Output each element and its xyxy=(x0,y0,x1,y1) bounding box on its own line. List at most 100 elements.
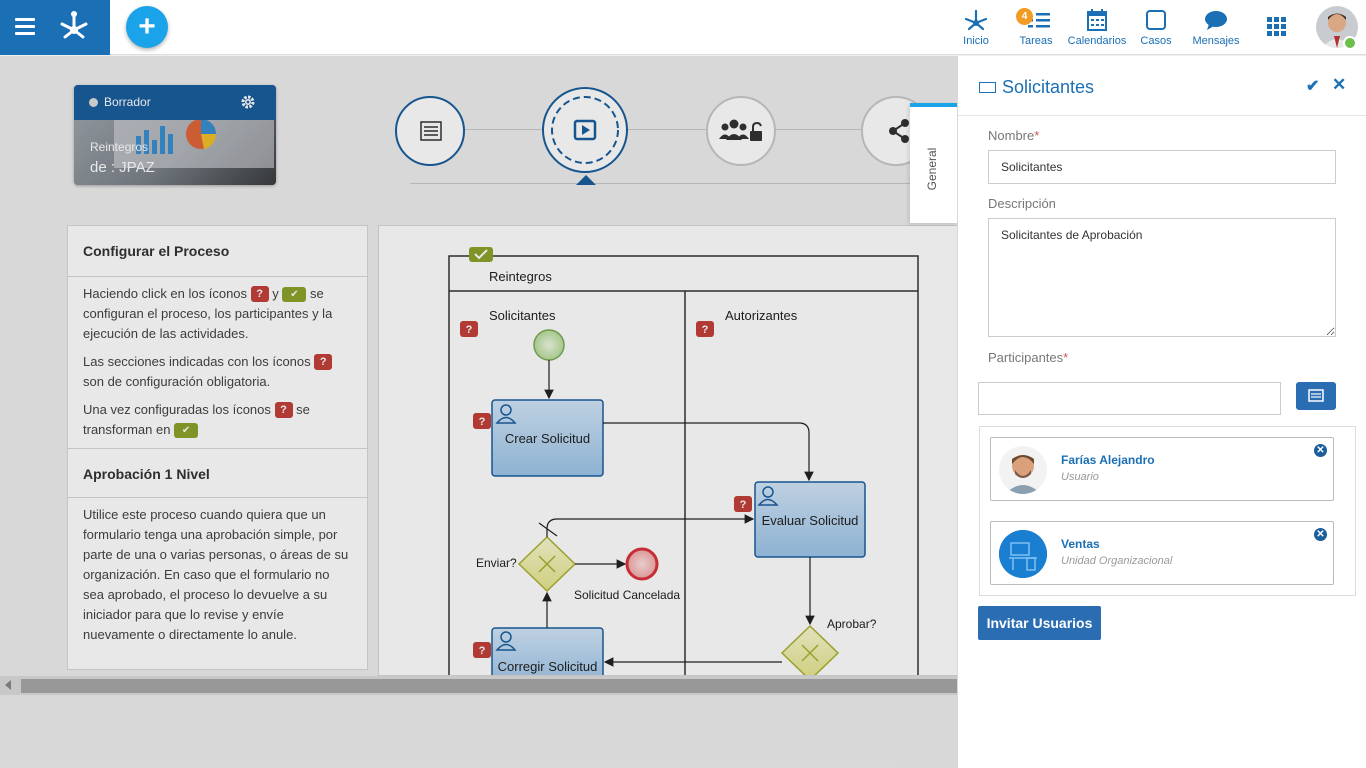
required-question-icon: ? xyxy=(250,286,269,302)
task-label: Corregir Solicitud xyxy=(497,659,598,674)
nav-inicio[interactable]: Inicio xyxy=(960,6,992,47)
close-icon[interactable]: ✕ xyxy=(1332,75,1346,95)
lane-label-autorizantes[interactable]: Autorizantes xyxy=(725,308,797,323)
gateway-aprobar[interactable] xyxy=(780,624,840,676)
process-card[interactable]: Borrador Reintegros de : JPAZ xyxy=(74,85,276,185)
side-panel-title: Solicitantes xyxy=(1002,77,1095,97)
pool-label: Reintegros xyxy=(489,269,552,284)
lane-label-solicitantes[interactable]: Solicitantes xyxy=(489,308,555,323)
status-label: Borrador xyxy=(104,95,151,109)
users-unlock-icon xyxy=(719,119,762,141)
card-title-line2: de : JPAZ xyxy=(90,159,155,176)
svg-text:?: ? xyxy=(479,645,486,657)
list-icon xyxy=(1308,389,1324,402)
nombre-field[interactable] xyxy=(988,150,1336,184)
nav-label: Tareas xyxy=(1019,35,1053,47)
text: Las secciones indicadas con los íconos xyxy=(83,354,311,369)
online-status-dot xyxy=(1343,36,1357,50)
participant-avatar xyxy=(999,446,1047,494)
descripcion-label: Descripción xyxy=(988,196,1056,211)
form-list-icon xyxy=(420,121,442,141)
tasks-count-badge: 4 xyxy=(1016,8,1033,25)
apps-grid-icon[interactable] xyxy=(1267,17,1286,36)
nav-calendarios[interactable]: Calendarios xyxy=(1067,6,1127,47)
nav-casos[interactable]: Casos xyxy=(1139,6,1173,47)
scroll-thumb[interactable] xyxy=(21,679,957,693)
gateway-label: Aprobar? xyxy=(827,617,877,631)
step-process[interactable] xyxy=(542,87,628,173)
horizontal-scrollbar[interactable] xyxy=(0,676,957,695)
configured-check-icon[interactable] xyxy=(469,247,493,262)
nav-label: Mensajes xyxy=(1192,35,1240,47)
configured-check-icon: ✔ xyxy=(174,423,199,438)
participant-search-input[interactable] xyxy=(978,382,1281,415)
scroll-left-icon[interactable] xyxy=(5,680,11,690)
descripcion-field[interactable]: Solicitantes de Aprobación xyxy=(988,218,1336,337)
lane-rectangle-icon xyxy=(979,82,996,93)
tab-label: General xyxy=(925,147,939,191)
nav-label: Inicio xyxy=(963,35,989,47)
task-label: Crear Solicitud xyxy=(504,431,591,446)
process-play-icon xyxy=(551,96,619,164)
instructions: Haciendo click en los íconos ? y ✔ se co… xyxy=(68,277,367,440)
app-logo-icon[interactable] xyxy=(58,10,90,40)
participant-type: Usuario xyxy=(1061,471,1099,483)
confirm-check-icon[interactable]: ✔ xyxy=(1306,76,1319,96)
label-text: Participantes xyxy=(988,350,1064,365)
step-form[interactable] xyxy=(395,96,465,166)
start-event[interactable] xyxy=(533,329,565,361)
nav-label: Calendarios xyxy=(1067,35,1127,47)
section-title: Aprobación 1 Nivel xyxy=(68,448,367,498)
step-connector xyxy=(627,129,707,130)
chat-icon xyxy=(1205,11,1227,30)
current-step-pointer-icon xyxy=(576,175,596,185)
configured-check-icon: ✔ xyxy=(282,287,307,302)
participantes-label: Participantes* xyxy=(988,350,1069,365)
top-bar: + Inicio 4 Tareas Calendarios Casos Mens… xyxy=(0,0,1366,55)
text: Haciendo click en los íconos xyxy=(83,286,248,301)
nav-tareas[interactable]: 4 Tareas xyxy=(1016,6,1054,47)
required-question-icon: ? xyxy=(314,354,333,370)
required-question-icon: ? xyxy=(274,402,293,418)
nombre-label: Nombre* xyxy=(988,128,1040,143)
svg-text:?: ? xyxy=(479,416,486,428)
section-title: Configurar el Proceso xyxy=(68,226,367,277)
participant-item[interactable]: Farías Alejandro Usuario ✕ xyxy=(990,437,1334,501)
participant-name: Ventas xyxy=(1061,537,1100,551)
end-event-label: Solicitud Cancelada xyxy=(574,588,681,602)
remove-participant-icon[interactable]: ✕ xyxy=(1314,528,1327,541)
properties-side-panel: Solicitantes ✔ ✕ Nombre* Descripción Sol… xyxy=(957,56,1366,768)
participant-list-button[interactable] xyxy=(1296,382,1336,410)
participants-list: Farías Alejandro Usuario ✕ Ventas Unidad… xyxy=(979,426,1356,596)
brand-area xyxy=(0,0,110,55)
side-panel-header: Solicitantes ✔ ✕ xyxy=(958,56,1366,116)
step-participants[interactable] xyxy=(706,96,776,166)
bpmn-diagram: ? ? ? ? ? Reintegros Solicitantes Autori… xyxy=(378,225,968,676)
card-title-line1: Reintegros xyxy=(90,140,149,154)
step-connector xyxy=(465,129,543,130)
invite-users-button[interactable]: Invitar Usuarios xyxy=(978,606,1101,640)
end-event[interactable] xyxy=(625,547,659,581)
gateway-label: Enviar? xyxy=(476,556,517,570)
cases-icon xyxy=(1146,10,1166,30)
tab-general[interactable]: General xyxy=(910,103,958,223)
label-text: Nombre xyxy=(988,128,1035,143)
nav-mensajes[interactable]: Mensajes xyxy=(1192,6,1240,47)
org-unit-avatar xyxy=(999,530,1047,578)
stepper-baseline xyxy=(410,183,957,184)
calendar-icon xyxy=(1087,9,1107,31)
home-network-icon xyxy=(964,9,988,31)
text: Una vez configuradas los íconos xyxy=(83,402,271,417)
task-label: Evaluar Solicitud xyxy=(761,513,859,528)
remove-participant-icon[interactable]: ✕ xyxy=(1314,444,1327,457)
process-info-panel: Configurar el Proceso Haciendo click en … xyxy=(67,225,368,670)
create-new-button[interactable]: + xyxy=(126,6,168,48)
participant-item[interactable]: Ventas Unidad Organizacional ✕ xyxy=(990,521,1334,585)
svg-text:?: ? xyxy=(702,324,709,336)
gear-icon[interactable] xyxy=(240,94,256,110)
svg-text:?: ? xyxy=(466,324,473,336)
nav-label: Casos xyxy=(1140,35,1172,47)
process-description: Utilice este proceso cuando quiera que u… xyxy=(83,507,349,642)
hamburger-menu-icon[interactable] xyxy=(15,18,35,36)
text: y xyxy=(272,286,279,301)
